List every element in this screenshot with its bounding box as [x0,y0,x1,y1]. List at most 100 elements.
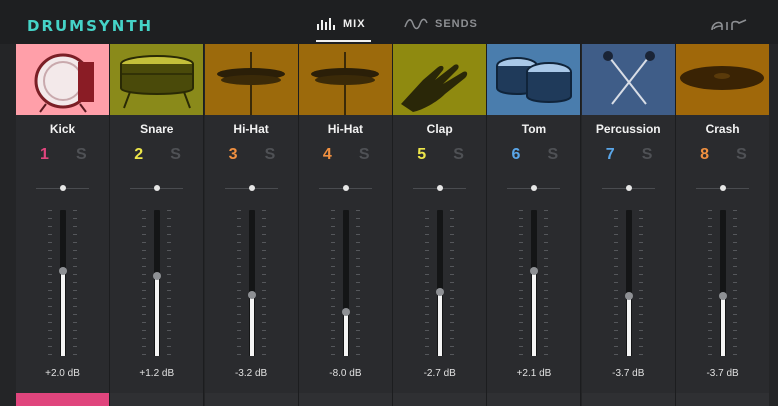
fader-scale [544,210,549,356]
fader-fill [721,296,726,356]
fader-handle[interactable] [247,290,256,299]
fader-scale [450,210,455,356]
channel-name: Crash [705,122,740,136]
fader-scale [330,210,335,356]
fader-scale [73,210,77,356]
fader-handle[interactable] [153,271,162,280]
mixer-bars-icon [316,18,336,30]
pan-knob[interactable] [342,185,349,191]
channel-select-bar[interactable] [676,393,770,406]
channel-name: Hi-Hat [233,122,269,136]
crash-cymbal-icon[interactable] [676,44,770,115]
channel-strip: Hi-Hat 4 S -8.0 dB [298,44,393,406]
fader-fill [155,275,160,356]
channel-strip: Crash 8 S -3.7 dB [676,44,770,406]
drumsynth-mixer: DRUMSYNTH MIX SENDS Kick 1 S +2.0 dB Sna… [0,0,778,406]
solo-button[interactable]: S [642,146,653,164]
channel-strip: Snare 2 S +1.2 dB [110,44,205,406]
channel-strip: Tom 6 S +2.1 dB [487,44,582,406]
channel-strip: Hi-Hat 3 S -3.2 dB [204,44,299,406]
channel-name: Snare [140,122,174,136]
channel-name: Clap [426,122,453,136]
fader-fill [438,291,443,356]
gain-readout: -2.7 dB [423,368,456,379]
tab-sends[interactable]: SENDS [404,18,478,40]
channel-name: Hi-Hat [327,122,364,136]
pan-knob[interactable] [437,185,444,191]
tom-drums-icon[interactable] [487,44,581,115]
channel-select-bar[interactable] [204,393,298,406]
air-brand-logo [710,18,748,37]
fader-scale [261,210,266,356]
channel-select-bar[interactable] [581,393,675,406]
tab-mix[interactable]: MIX [316,18,371,42]
channel-select-bar[interactable] [393,393,487,406]
channel-number: 7 [605,146,615,163]
pan-knob[interactable] [248,185,255,191]
mallets-icon[interactable] [581,44,675,115]
fader-scale [519,210,524,356]
channel-strips: Kick 1 S +2.0 dB Snare 2 S +1.2 dB Hi-Ha… [16,44,770,406]
fader-scale [142,210,147,356]
channel-number: 5 [417,146,427,163]
tab-sends-label: SENDS [435,18,478,30]
solo-button[interactable]: S [736,146,747,164]
gain-readout: -3.7 dB [706,368,739,379]
kick-drum-icon[interactable] [16,44,109,115]
gain-readout: -8.0 dB [329,368,362,379]
tab-mix-label: MIX [343,18,366,30]
fader-scale [236,210,241,356]
fader-handle[interactable] [530,267,539,276]
fader-scale [355,210,360,356]
hi-hat-icon[interactable] [204,44,298,115]
channel-name: Tom [521,122,547,136]
fader-scale [733,210,738,356]
fader-fill [249,294,254,356]
pan-knob[interactable] [154,185,161,191]
fader-scale [167,210,172,356]
fader-handle[interactable] [436,287,445,296]
fader-scale [638,210,643,356]
solo-button[interactable]: S [76,146,87,164]
fader-scale [708,210,713,356]
channel-number: 6 [511,146,521,163]
channel-select-bar[interactable] [487,393,581,406]
channel-number: 3 [228,146,238,163]
hi-hat-icon[interactable] [298,44,392,115]
channel-number: 1 [40,146,49,163]
pan-knob[interactable] [531,185,538,191]
channel-select-bar[interactable] [16,393,109,406]
gain-readout: +1.2 dB [139,368,175,379]
solo-button[interactable]: S [359,146,370,164]
fader-scale [48,210,52,356]
solo-button[interactable]: S [170,146,181,164]
clap-hand-icon[interactable] [393,44,487,115]
fader-scale [613,210,618,356]
gain-readout: +2.1 dB [516,368,552,379]
solo-button[interactable]: S [265,146,276,164]
snare-drum-icon[interactable] [110,44,204,115]
pan-knob[interactable] [720,185,727,191]
pan-knob[interactable] [625,185,632,191]
channel-number: 8 [700,146,709,163]
channel-number: 2 [134,146,144,163]
fader-fill [532,271,537,356]
channel-select-bar[interactable] [110,393,204,406]
channel-name: Kick [49,122,76,136]
fader-handle[interactable] [624,292,633,301]
channel-name: Percussion [595,122,661,136]
solo-button[interactable]: S [547,146,558,164]
channel-strip: Clap 5 S -2.7 dB [393,44,488,406]
fader-scale [425,210,430,356]
fader-fill [343,312,348,356]
app-logo: DRUMSYNTH [27,17,154,35]
channel-select-bar[interactable] [298,393,392,406]
solo-button[interactable]: S [453,146,464,164]
gain-readout: -3.2 dB [234,368,268,379]
channel-number: 4 [322,146,332,163]
gain-readout: +2.0 dB [45,368,80,379]
fader-fill [626,296,631,356]
channel-strip: Percussion 7 S -3.7 dB [581,44,676,406]
gain-readout: -3.7 dB [612,368,645,379]
pan-knob[interactable] [60,185,66,191]
